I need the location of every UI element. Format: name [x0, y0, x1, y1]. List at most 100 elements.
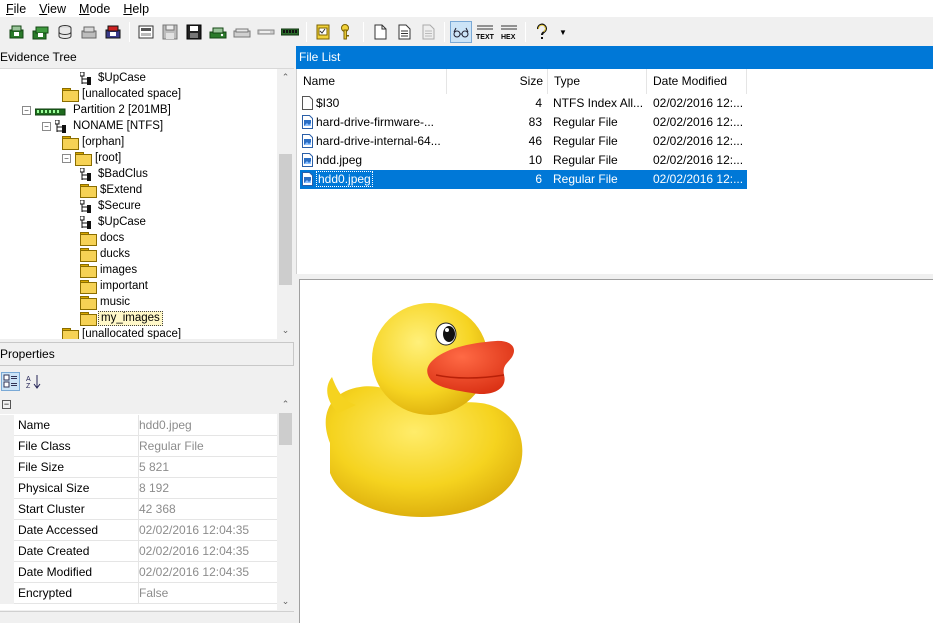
- property-row[interactable]: Date Created 02/02/2016 12:04:35: [0, 541, 277, 562]
- property-gutter: [0, 478, 14, 499]
- tree-node[interactable]: $Extend: [80, 182, 144, 198]
- scroll-up-icon[interactable]: ⌃: [277, 69, 294, 86]
- file-row[interactable]: hdd0.jpeg 6 Regular File 02/02/2016 12:...: [300, 170, 747, 189]
- tree-node[interactable]: $UpCase: [80, 214, 148, 230]
- column-date-modified[interactable]: Date Modified: [647, 69, 747, 94]
- tree-node[interactable]: ducks: [80, 246, 132, 262]
- image-file-icon: [302, 153, 313, 167]
- file-row[interactable]: hard-drive-firmware-... 83 Regular File 02/…: [300, 113, 747, 132]
- toolbar-overflow-icon[interactable]: ▼: [557, 28, 569, 37]
- file-name-text: hdd.jpeg: [316, 153, 363, 167]
- file-row[interactable]: $I30 4 NTFS Index All... 02/02/2016 12:...: [300, 94, 747, 113]
- properties-grid[interactable]: − Name hdd0.jpeg File Class Regular File Fil…: [0, 396, 294, 610]
- menu-mode[interactable]: Mode: [73, 2, 117, 16]
- tree-node[interactable]: [orphan]: [62, 134, 126, 150]
- tree-node[interactable]: − [root]: [62, 150, 123, 166]
- save-icon[interactable]: [159, 21, 181, 43]
- add-all-evidence-icon[interactable]: [30, 21, 52, 43]
- property-row[interactable]: Start Cluster 42 368: [0, 499, 277, 520]
- auto-view-icon[interactable]: [450, 21, 472, 43]
- help-icon[interactable]: [531, 21, 553, 43]
- property-value[interactable]: 5 821: [138, 457, 277, 477]
- add-image-icon[interactable]: [54, 21, 76, 43]
- file-name-text: hard-drive-internal-64...: [316, 134, 441, 148]
- text-view-icon[interactable]: TEXT: [474, 21, 496, 43]
- tree-scrollbar[interactable]: ⌃ ⌄: [277, 69, 294, 339]
- collapse-icon[interactable]: −: [2, 400, 11, 409]
- menu-file[interactable]: File: [0, 2, 33, 16]
- tree-node[interactable]: docs: [80, 230, 126, 246]
- property-value[interactable]: 02/02/2016 12:04:35: [138, 520, 277, 540]
- horizontal-splitter[interactable]: [296, 274, 933, 278]
- verify-icon[interactable]: [312, 21, 334, 43]
- hex-view-icon[interactable]: HEX: [498, 21, 520, 43]
- property-row[interactable]: Physical Size 8 192: [0, 478, 277, 499]
- property-value[interactable]: 02/02/2016 12:04:35: [138, 541, 277, 561]
- remove-evidence-icon[interactable]: [78, 21, 100, 43]
- file-list[interactable]: Name Size Type Date Modified $I30 4 NTFS I…: [296, 69, 933, 274]
- remove-all-icon[interactable]: [102, 21, 124, 43]
- property-row[interactable]: File Size 5 821: [0, 457, 277, 478]
- scroll-up-icon[interactable]: ⌃: [277, 396, 294, 413]
- property-row[interactable]: File Class Regular File: [0, 436, 277, 457]
- property-value[interactable]: 02/02/2016 12:04:35: [138, 562, 277, 582]
- property-row[interactable]: Date Modified 02/02/2016 12:04:35: [0, 562, 277, 583]
- add-evidence-icon[interactable]: [6, 21, 28, 43]
- column-type[interactable]: Type: [548, 69, 647, 94]
- mount-image-icon[interactable]: [207, 21, 229, 43]
- column-name[interactable]: Name: [297, 69, 447, 94]
- property-value[interactable]: hdd0.jpeg: [138, 415, 277, 435]
- collapse-icon[interactable]: −: [22, 105, 31, 115]
- export-icon[interactable]: [183, 21, 205, 43]
- properties-scrollbar[interactable]: ⌃ ⌄: [277, 396, 294, 610]
- file-row[interactable]: hard-drive-internal-64... 46 Regular File 0…: [300, 132, 747, 151]
- create-image-icon[interactable]: [135, 21, 157, 43]
- hex-view-label: HEX: [501, 34, 516, 41]
- collapse-icon[interactable]: −: [62, 153, 71, 163]
- menu-view[interactable]: View: [33, 2, 73, 16]
- scroll-down-icon[interactable]: ⌄: [277, 593, 294, 610]
- property-key: Encrypted: [18, 586, 73, 600]
- column-size[interactable]: Size: [447, 69, 548, 94]
- tree-node[interactable]: $UpCase: [80, 70, 148, 86]
- tree-node[interactable]: my_images: [80, 310, 163, 326]
- key-icon[interactable]: [336, 21, 358, 43]
- drive-icon[interactable]: [231, 21, 253, 43]
- scroll-thumb[interactable]: [279, 154, 292, 285]
- page-icon[interactable]: [369, 21, 391, 43]
- tree-node[interactable]: music: [80, 294, 132, 310]
- property-row[interactable]: Encrypted False: [0, 583, 277, 604]
- scroll-down-icon[interactable]: ⌄: [277, 322, 294, 339]
- memory-icon[interactable]: [279, 21, 301, 43]
- tree-node-label: [unallocated space]: [82, 88, 182, 100]
- tree-node[interactable]: images: [80, 262, 139, 278]
- property-row[interactable]: Date Accessed 02/02/2016 12:04:35: [0, 520, 277, 541]
- menu-help[interactable]: Help: [117, 2, 156, 16]
- file-date-modified: 02/02/2016 12:...: [653, 172, 744, 186]
- property-value[interactable]: False: [138, 583, 277, 603]
- tree-node[interactable]: − NONAME [NTFS]: [42, 118, 165, 134]
- sort-alpha-icon[interactable]: AZ: [24, 372, 43, 391]
- tree-node[interactable]: important: [80, 278, 150, 294]
- property-value[interactable]: 42 368: [138, 499, 277, 519]
- file-type: Regular File: [553, 153, 618, 167]
- decrypt-icon[interactable]: [255, 21, 277, 43]
- tree-node[interactable]: − Partition 2 [201MB]: [22, 102, 173, 118]
- property-row[interactable]: Name hdd0.jpeg: [0, 415, 277, 436]
- tree-node[interactable]: $Secure: [80, 198, 143, 214]
- image-file-icon: [302, 134, 313, 148]
- file-type: NTFS Index All...: [553, 96, 644, 110]
- tree-node[interactable]: $BadClus: [80, 166, 150, 182]
- report-icon[interactable]: [417, 21, 439, 43]
- document-icon[interactable]: [393, 21, 415, 43]
- tree-node[interactable]: [unallocated space]: [62, 86, 183, 102]
- property-value[interactable]: 8 192: [138, 478, 277, 498]
- scroll-thumb[interactable]: [279, 413, 292, 445]
- evidence-tree[interactable]: $UpCase [unallocated space] − Partition 2 […: [0, 69, 294, 339]
- tree-node[interactable]: [unallocated space]: [62, 326, 183, 339]
- svg-text:Z: Z: [26, 383, 31, 389]
- categorized-icon[interactable]: [1, 371, 20, 391]
- file-row[interactable]: hdd.jpeg 10 Regular File 02/02/2016 12:...: [300, 151, 747, 170]
- property-value[interactable]: Regular File: [138, 436, 277, 456]
- collapse-icon[interactable]: −: [42, 121, 51, 131]
